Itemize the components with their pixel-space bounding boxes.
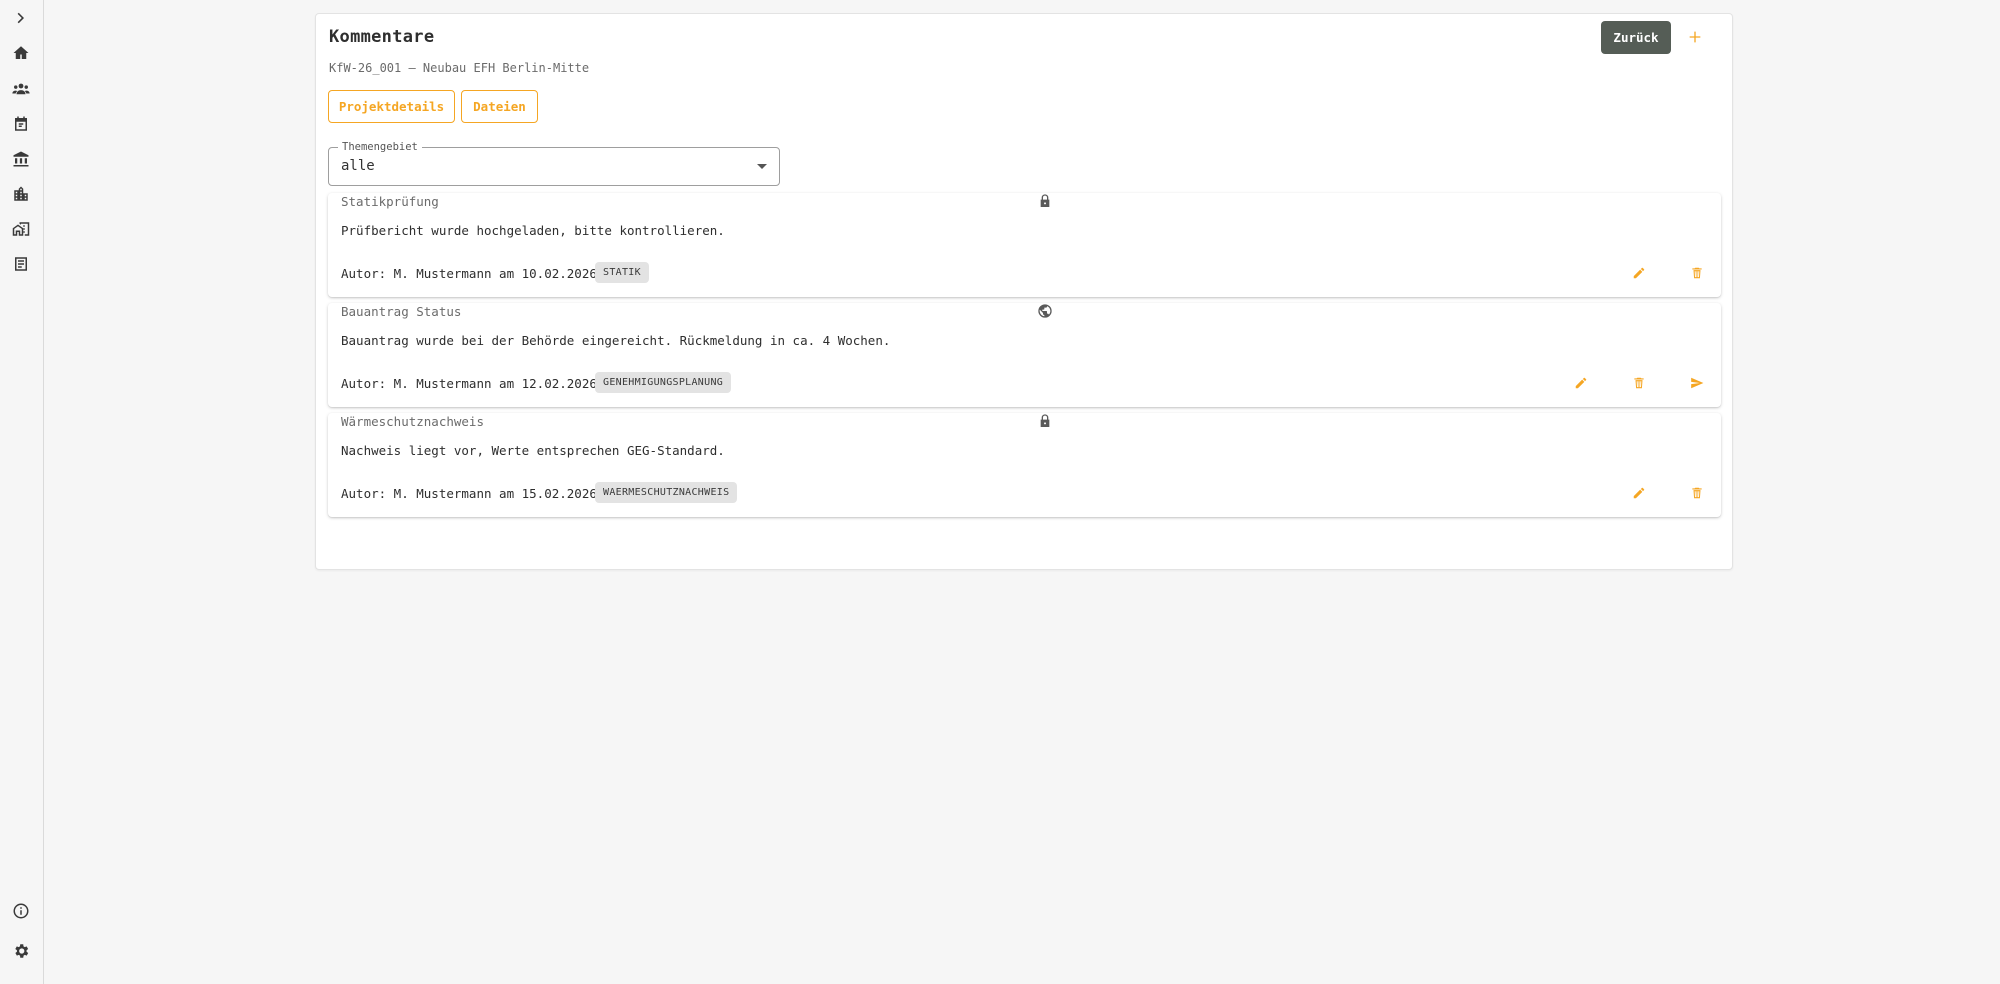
topic-chip: WAERMESCHUTZNACHWEIS <box>595 482 738 503</box>
expand-sidebar-button[interactable] <box>7 4 35 32</box>
delete-button[interactable] <box>1689 485 1705 501</box>
people-icon <box>12 83 30 95</box>
send-button[interactable] <box>1689 375 1705 391</box>
delete-icon <box>1692 487 1702 499</box>
comment-card: Bauantrag Status Bauantrag wurde bei der… <box>328 303 1721 407</box>
comment-author: Autor: M. Mustermann am 10.02.2026 <box>341 266 597 281</box>
edit-button[interactable] <box>1631 485 1647 501</box>
select-value: alle <box>341 158 375 174</box>
delete-icon <box>1634 377 1644 389</box>
comment-title: Statikprüfung <box>341 194 439 209</box>
globe-icon <box>1037 303 1053 319</box>
plus-icon <box>1689 31 1701 43</box>
delete-button[interactable] <box>1689 265 1705 281</box>
home-icon <box>13 46 29 59</box>
sidebar-item-settings[interactable] <box>7 937 35 965</box>
sidebar-item-buildings[interactable] <box>7 180 35 208</box>
edit-button[interactable] <box>1573 375 1589 391</box>
add-comment-button[interactable] <box>1685 27 1705 47</box>
comments-panel: Kommentare KfW-26_001 – Neubau EFH Berli… <box>315 13 1733 570</box>
comments-icon <box>15 257 27 271</box>
back-button[interactable]: Zurück <box>1601 21 1671 54</box>
sidebar-item-info[interactable] <box>7 897 35 925</box>
comment-author: Autor: M. Mustermann am 12.02.2026 <box>341 376 597 391</box>
projektdetails-button[interactable]: Projektdetails <box>328 90 455 123</box>
info-icon <box>13 903 29 919</box>
bank-icon <box>13 151 29 167</box>
edit-button[interactable] <box>1631 265 1647 281</box>
delete-icon <box>1692 267 1702 279</box>
sidebar-item-projects[interactable] <box>7 215 35 243</box>
comment-card: Statikprüfung Prüfbericht wurde hochgela… <box>328 193 1721 297</box>
comment-body: Nachweis liegt vor, Werte entsprechen GE… <box>341 443 725 458</box>
topic-chip: STATIK <box>595 262 649 283</box>
comment-title: Wärmeschutznachweis <box>341 414 484 429</box>
page-title: Kommentare <box>329 27 435 47</box>
calendar-icon <box>15 116 27 131</box>
comment-body: Prüfbericht wurde hochgeladen, bitte kon… <box>341 223 725 238</box>
lock-icon <box>1037 193 1053 209</box>
sidebar-item-institutions[interactable] <box>7 145 35 173</box>
sidebar-item-home[interactable] <box>7 39 35 67</box>
chevron-right-icon <box>17 12 24 24</box>
send-icon <box>1691 377 1704 389</box>
comment-body: Bauantrag wurde bei der Behörde eingerei… <box>341 333 891 348</box>
select-label: Themengebiet <box>338 141 422 153</box>
edit-icon <box>1633 487 1645 499</box>
edit-icon <box>1633 267 1645 279</box>
comment-title: Bauantrag Status <box>341 304 462 319</box>
project-subtitle: KfW-26_001 – Neubau EFH Berlin-Mitte <box>329 61 590 75</box>
edit-icon <box>1575 377 1587 389</box>
delete-button[interactable] <box>1631 375 1647 391</box>
comment-author: Autor: M. Mustermann am 15.02.2026 <box>341 486 597 501</box>
lock-icon <box>1037 413 1053 429</box>
caret-down-icon <box>757 164 767 169</box>
city-icon <box>12 222 30 236</box>
topic-chip: GENEHMIGUNGSPLANUNG <box>595 372 732 393</box>
comment-card: Wärmeschutznachweis Nachweis liegt vor, … <box>328 413 1721 517</box>
dateien-button[interactable]: Dateien <box>461 90 538 123</box>
sidebar-item-calendar[interactable] <box>7 110 35 138</box>
sidebar-item-contacts[interactable] <box>7 75 35 103</box>
sidebar <box>0 0 44 984</box>
gear-icon <box>15 944 29 958</box>
sidebar-item-comments[interactable] <box>7 250 35 278</box>
building-icon <box>14 186 28 201</box>
